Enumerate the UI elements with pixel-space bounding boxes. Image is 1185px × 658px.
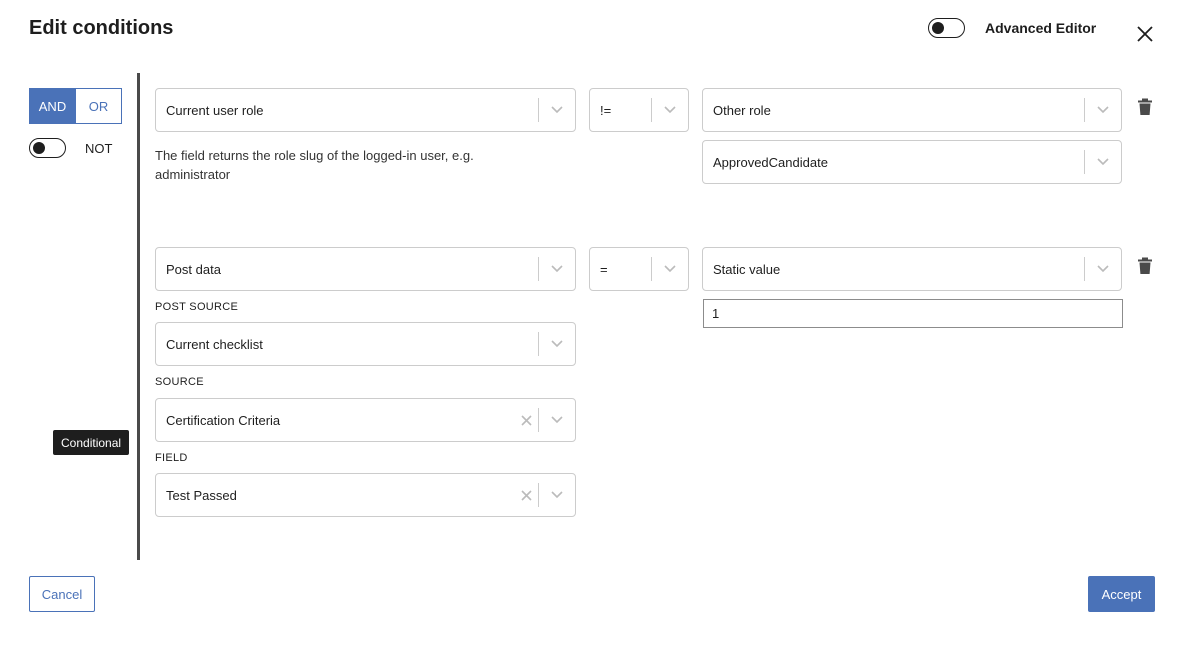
- condition-1-delete-icon[interactable]: [1137, 98, 1153, 116]
- condition-2-static-value-input[interactable]: [703, 299, 1123, 328]
- chevron-down-icon[interactable]: [539, 323, 575, 365]
- source-label: SOURCE: [155, 376, 204, 388]
- select-value: Test Passed: [166, 487, 237, 503]
- clear-icon[interactable]: [514, 474, 538, 516]
- select-value: Current user role: [166, 102, 264, 118]
- chevron-down-icon[interactable]: [652, 248, 688, 290]
- chevron-down-icon[interactable]: [539, 89, 575, 131]
- cancel-button[interactable]: Cancel: [29, 576, 95, 612]
- select-value: ApprovedCandidate: [713, 154, 828, 170]
- advanced-editor-label: Advanced Editor: [985, 20, 1097, 36]
- field-label: FIELD: [155, 452, 188, 464]
- condition-1-value-type-select[interactable]: Other role: [702, 88, 1122, 132]
- source-select[interactable]: Certification Criteria: [155, 398, 576, 442]
- condition-1-field-select[interactable]: Current user role: [155, 88, 576, 132]
- condition-2-value-type-select[interactable]: Static value: [702, 247, 1122, 291]
- condition-2-field-select[interactable]: Post data: [155, 247, 576, 291]
- group-divider-line: [137, 73, 140, 560]
- chevron-down-icon[interactable]: [1085, 141, 1121, 183]
- chevron-down-icon[interactable]: [1085, 248, 1121, 290]
- chevron-down-icon[interactable]: [539, 248, 575, 290]
- condition-1-value-select[interactable]: ApprovedCandidate: [702, 140, 1122, 184]
- chevron-down-icon[interactable]: [652, 89, 688, 131]
- not-label: NOT: [85, 141, 113, 156]
- chevron-down-icon[interactable]: [1085, 89, 1121, 131]
- clear-icon[interactable]: [514, 399, 538, 441]
- or-button[interactable]: OR: [76, 88, 122, 124]
- post-source-label: POST SOURCE: [155, 301, 239, 313]
- select-value: !=: [600, 102, 612, 118]
- select-value: Other role: [713, 102, 771, 118]
- field-select[interactable]: Test Passed: [155, 473, 576, 517]
- chevron-down-icon[interactable]: [539, 474, 575, 516]
- accept-button[interactable]: Accept: [1088, 576, 1155, 612]
- close-icon[interactable]: [1134, 23, 1156, 45]
- select-value: Static value: [713, 261, 781, 277]
- page-title: Edit conditions: [29, 17, 174, 39]
- select-value: Post data: [166, 261, 221, 277]
- select-value: Current checklist: [166, 336, 263, 352]
- not-toggle[interactable]: [29, 138, 66, 158]
- condition-2-operator-select[interactable]: =: [589, 247, 689, 291]
- condition-2-delete-icon[interactable]: [1137, 257, 1153, 275]
- advanced-editor-toggle[interactable]: [928, 18, 965, 38]
- condition-1-help-text: The field returns the role slug of the l…: [155, 148, 474, 182]
- toggle-knob: [33, 142, 45, 154]
- select-value: =: [600, 261, 608, 277]
- post-source-select[interactable]: Current checklist: [155, 322, 576, 366]
- select-value: Certification Criteria: [166, 412, 281, 428]
- logic-operator-group: AND OR: [29, 88, 122, 124]
- toggle-knob: [932, 22, 944, 34]
- and-button[interactable]: AND: [29, 88, 76, 124]
- conditional-tooltip: Conditional: [53, 430, 130, 455]
- chevron-down-icon[interactable]: [539, 399, 575, 441]
- condition-1-operator-select[interactable]: !=: [589, 88, 689, 132]
